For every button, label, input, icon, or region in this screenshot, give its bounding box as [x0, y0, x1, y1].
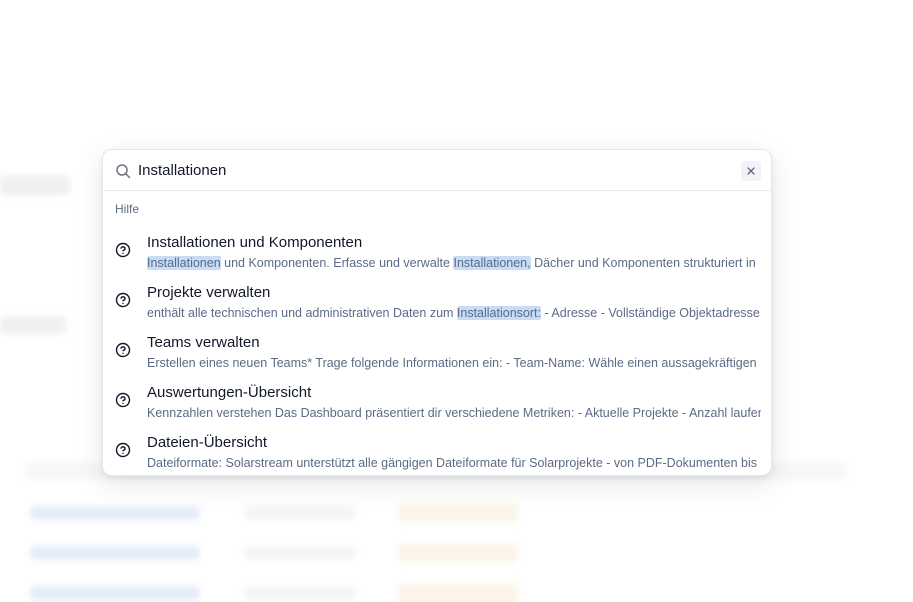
help-circle-icon: [115, 392, 131, 408]
result-title: Installationen und Komponenten: [147, 234, 363, 251]
desc-text: Dächer und Komponenten strukturiert in: [530, 256, 756, 270]
help-circle-icon: [115, 442, 131, 458]
search-icon: [116, 164, 131, 179]
result-item[interactable]: Dateien-Übersicht Dateiformate: Solarstr…: [103, 428, 771, 475]
result-title: Projekte verwalten: [147, 284, 271, 301]
result-description: Installationen und Komponenten. Erfasse …: [147, 256, 761, 270]
desc-highlight: Installationen: [147, 256, 221, 270]
result-title: Auswertungen-Übersicht: [147, 384, 312, 401]
help-circle-icon: [115, 242, 131, 258]
result-description: Erstellen eines neuen Teams* Trage folge…: [147, 356, 761, 370]
command-palette: Hilfe Installationen und Komponenten Ins…: [102, 149, 772, 476]
close-icon: [747, 167, 755, 175]
desc-highlight: Installationen,: [453, 256, 531, 270]
result-description: Dateiformate: Solarstream unterstützt al…: [147, 456, 758, 470]
search-row: [103, 150, 771, 191]
desc-highlight: Installationsort:: [456, 306, 541, 320]
desc-text: - Adresse - Vollständige Objektadresse: [540, 306, 760, 320]
result-title: Dateien-Übersicht: [147, 434, 268, 451]
result-item[interactable]: Teams verwalten Erstellen eines neuen Te…: [103, 328, 771, 378]
result-title: Teams verwalten: [147, 334, 260, 351]
clear-search-button[interactable]: [741, 161, 761, 181]
result-description: Kennzahlen verstehen Das Dashboard präse…: [147, 406, 761, 420]
help-circle-icon: [115, 342, 131, 358]
result-item[interactable]: Projekte verwalten enthält alle technisc…: [103, 278, 771, 328]
result-item[interactable]: Auswertungen-Übersicht Kennzahlen verste…: [103, 378, 771, 428]
help-circle-icon: [115, 292, 131, 308]
search-input[interactable]: [138, 159, 728, 181]
result-item[interactable]: Installationen und Komponenten Installat…: [103, 228, 771, 278]
group-label-help: Hilfe: [115, 202, 140, 216]
desc-text: und Komponenten. Erfasse und verwalte: [220, 256, 454, 270]
desc-text: enthält alle technischen und administrat…: [147, 306, 457, 320]
result-description: enthält alle technischen und administrat…: [147, 306, 761, 320]
